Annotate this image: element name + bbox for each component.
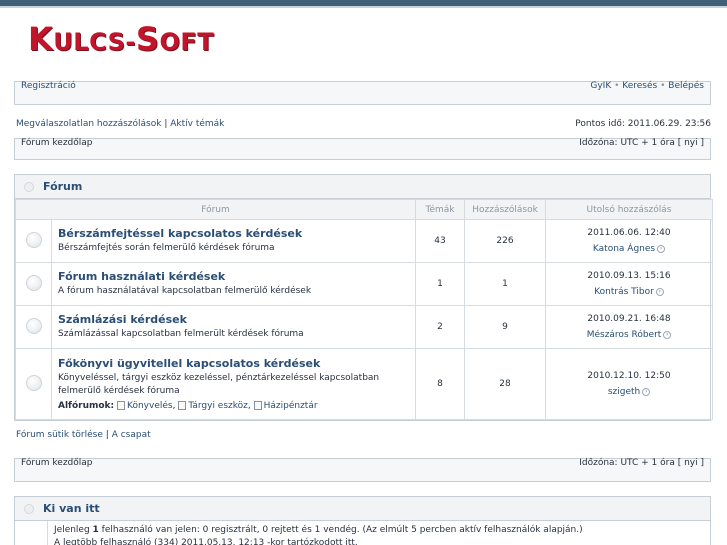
forum-title-link[interactable]: Számlázási kérdések: [58, 313, 409, 326]
topic-count: 43: [415, 219, 466, 263]
subforum-list: Alfórumok: Könyvelés, Tárgyi eszköz, Ház…: [58, 401, 318, 411]
subforum-doc-icon: [117, 401, 126, 410]
team-link[interactable]: A csapat: [112, 430, 151, 440]
subforum-link[interactable]: Házipénztár: [264, 401, 318, 411]
section-circle-icon: [24, 503, 34, 514]
forum-home-link[interactable]: Fórum kezdőlap: [21, 138, 93, 148]
current-time: Pontos idő: 2011.06.29. 23:56: [575, 119, 711, 129]
last-post-date: 2011.06.06. 12:40: [587, 228, 671, 238]
record-users-line: A legtöbb felhasználó (334) 2011.05.13. …: [54, 538, 358, 545]
goto-post-icon[interactable]: ›: [657, 244, 666, 253]
site-logo[interactable]: KULCS-SOFT: [28, 20, 214, 58]
register-link[interactable]: Regisztráció: [21, 81, 76, 91]
post-count: 226: [464, 219, 547, 263]
goto-post-icon[interactable]: ›: [642, 387, 651, 396]
forum-row: Fórum használati kérdések A fórum haszná…: [15, 262, 714, 306]
subforums-label: Alfórumok:: [58, 401, 115, 411]
footer-divider: |: [105, 430, 109, 440]
topic-count: 2: [415, 305, 466, 349]
col-topics: Témák: [415, 199, 466, 220]
last-post-cell: 2010.12.10. 12:50 szigeth ›: [545, 348, 714, 420]
nav-bullet: •: [614, 81, 620, 91]
last-post-author[interactable]: Mészáros Róbert: [587, 330, 662, 340]
last-post-author[interactable]: Kontrás Tibor: [594, 287, 654, 297]
footer-links: Fórum sütik törlése | A csapat: [16, 430, 151, 440]
who-is-online-header: Ki van itt: [15, 497, 710, 521]
timezone-label: Időzóna: UTC + 1 óra [ nyi ]: [579, 458, 704, 468]
online-stats: Jelenleg 1 felhasználó van jelen: 0 regi…: [47, 521, 710, 545]
last-post-date: 2010.09.21. 16:48: [587, 314, 671, 324]
post-count: 9: [464, 305, 547, 349]
topic-count: 1: [415, 262, 466, 306]
forum-description: Könyveléssel, tárgyi eszköz kezeléssel, …: [58, 373, 380, 396]
forum-table: Fórum Témák Hozzászólások Utolsó hozzász…: [14, 199, 714, 420]
last-post-cell: 2010.09.21. 16:48 Mészáros Róbert ›: [545, 305, 714, 349]
forum-description: Bérszámfejtés során felmerülő kérdések f…: [58, 243, 275, 253]
forum-table-header: Fórum Témák Hozzászólások Utolsó hozzász…: [14, 199, 714, 220]
forum-title-link[interactable]: Fórum használati kérdések: [58, 270, 409, 283]
forum-subforum-icon: [25, 374, 42, 391]
login-link[interactable]: Belépés: [668, 81, 704, 91]
topic-count: 8: [415, 348, 466, 420]
nav-bullet: •: [660, 81, 666, 91]
forum-row: Bérszámfejtéssel kapcsolatos kérdések Bé…: [15, 219, 714, 263]
forum-section-header: Fórum: [15, 175, 710, 199]
breadcrumb-bottom: Fórum kezdőlap Időzóna: UTC + 1 óra [ ny…: [14, 458, 711, 482]
last-post-date: 2010.12.10. 12:50: [587, 371, 671, 381]
top-stripe: [0, 0, 727, 8]
col-forum: Fórum: [14, 199, 417, 220]
goto-post-icon[interactable]: ›: [655, 287, 664, 296]
forum-row: Számlázási kérdések Számlázással kapcsol…: [15, 305, 714, 349]
breadcrumb: Fórum kezdőlap Időzóna: UTC + 1 óra [ ny…: [14, 138, 711, 160]
forum-read-icon: [25, 274, 42, 291]
active-topics-link[interactable]: Aktív témák: [170, 119, 224, 129]
forum-description: Számlázással kapcsolatban felmerült kérd…: [58, 329, 304, 339]
goto-post-icon[interactable]: ›: [663, 330, 672, 339]
search-link[interactable]: Keresés: [622, 81, 657, 91]
last-post-cell: 2010.09.13. 15:16 Kontrás Tibor ›: [545, 262, 714, 306]
quicklinks-divider: |: [164, 119, 168, 129]
forum-section-title: Fórum: [43, 180, 83, 193]
who-is-online-title: Ki van itt: [43, 502, 100, 515]
navbar: Regisztráció GyIK • Keresés • Belépés: [14, 81, 711, 105]
post-count: 28: [464, 348, 547, 420]
subforum-link[interactable]: Tárgyi eszköz: [188, 401, 248, 411]
forum-description: A fórum használatával kapcsolatban felme…: [58, 286, 312, 296]
online-users-line: Jelenleg 1 felhasználó van jelen: 0 regi…: [54, 525, 583, 535]
forum-home-link[interactable]: Fórum kezdőlap: [21, 458, 93, 468]
forum-section: Fórum Fórum Témák Hozzászólások Utolsó h…: [14, 174, 714, 421]
last-post-author[interactable]: szigeth: [608, 387, 640, 397]
forum-title-link[interactable]: Bérszámfejtéssel kapcsolatos kérdések: [58, 227, 409, 240]
subforum-doc-icon: [253, 401, 262, 410]
col-posts: Hozzászólások: [464, 199, 547, 220]
subforum-link[interactable]: Könyvelés: [127, 401, 173, 411]
quicklinks: Megválaszolatlan hozzászólások | Aktív t…: [16, 119, 224, 129]
section-circle-icon: [24, 181, 34, 192]
forum-row: Főkönyvi ügyvitellel kapcsolatos kérdése…: [15, 348, 714, 420]
delete-cookies-link[interactable]: Fórum sütik törlése: [16, 430, 103, 440]
post-count: 1: [464, 262, 547, 306]
forum-read-icon: [25, 317, 42, 334]
subforum-doc-icon: [178, 401, 187, 410]
who-is-online-section: Ki van itt Jelenleg 1 felhasználó van je…: [14, 496, 711, 545]
unanswered-posts-link[interactable]: Megválaszolatlan hozzászólások: [16, 119, 161, 129]
last-post-cell: 2011.06.06. 12:40 Katona Ágnes ›: [545, 219, 714, 263]
timezone-label: Időzóna: UTC + 1 óra [ nyi ]: [579, 138, 704, 148]
forum-title-link[interactable]: Főkönyvi ügyvitellel kapcsolatos kérdése…: [58, 357, 409, 370]
faq-link[interactable]: GyIK: [590, 81, 611, 91]
forum-read-icon: [25, 231, 42, 248]
col-last-post: Utolsó hozzászólás: [545, 199, 714, 220]
last-post-author[interactable]: Katona Ágnes: [593, 244, 655, 254]
last-post-date: 2010.09.13. 15:16: [587, 271, 671, 281]
